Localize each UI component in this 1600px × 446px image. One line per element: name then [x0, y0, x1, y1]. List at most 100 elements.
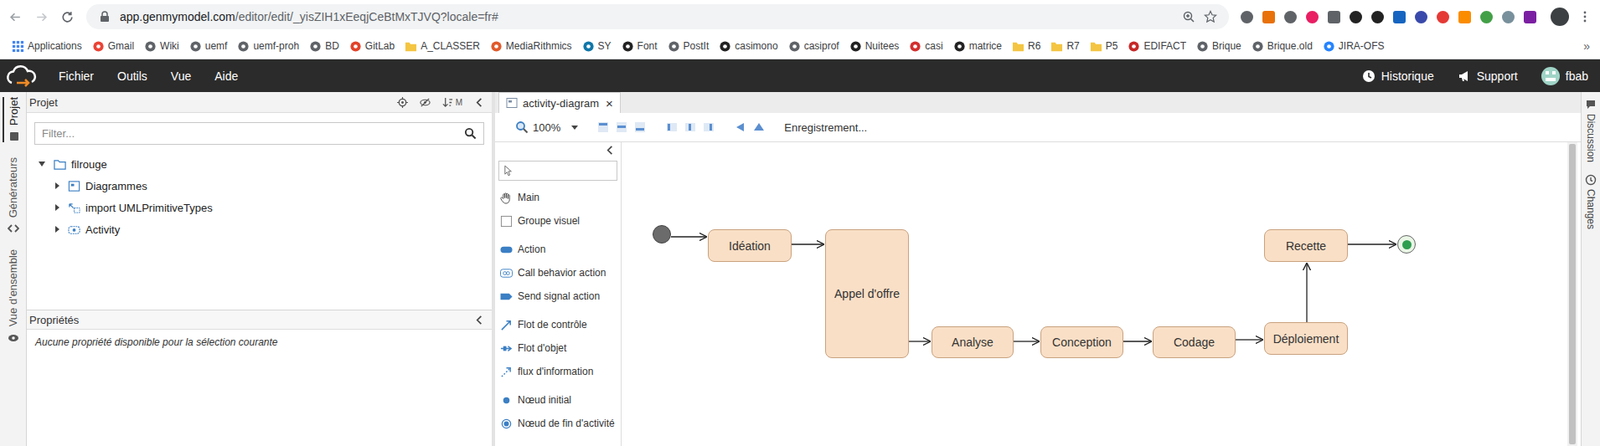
zoom-select[interactable]: 100% [515, 120, 579, 135]
distribute-icon[interactable] [683, 120, 697, 135]
menu-item[interactable]: Outils [107, 69, 161, 83]
expand-toggle[interactable] [55, 226, 60, 233]
bookmark[interactable]: uemf [184, 40, 233, 53]
menu-item[interactable]: Fichier [48, 69, 108, 83]
bookmark[interactable]: casimono [713, 40, 783, 53]
action-node[interactable]: Codage [1152, 326, 1236, 359]
hide-icon[interactable] [419, 97, 431, 109]
bookmark[interactable]: R6 [1006, 40, 1046, 53]
diagram-canvas[interactable]: Idéation Appel d'offre Analyse Conception Co… [621, 142, 1581, 446]
palette-item[interactable]: Flot d'objet [495, 336, 621, 361]
send-back-icon[interactable] [733, 120, 748, 135]
extension-icon[interactable] [1240, 10, 1254, 24]
extension-icon[interactable] [1458, 10, 1471, 24]
action-node[interactable]: Déploiement [1264, 322, 1348, 356]
palette-item[interactable]: Nœud de fin d'activité [495, 412, 621, 436]
tree-item[interactable]: Diagrammes [36, 175, 492, 197]
bookmark[interactable]: BD [304, 40, 345, 53]
bookmark[interactable]: Brique.old [1246, 40, 1318, 53]
menu-item[interactable]: Aide [204, 69, 252, 83]
extension-icon[interactable] [1480, 10, 1493, 24]
distribute-icon[interactable] [701, 120, 716, 135]
final-node[interactable] [1397, 235, 1416, 254]
rail-tab[interactable]: Générateurs [3, 157, 23, 235]
action-node[interactable]: Idéation [707, 229, 792, 263]
rail-tab[interactable]: Changes [1584, 174, 1597, 230]
menu-item[interactable]: Vue [160, 69, 205, 83]
control-flow-edge[interactable] [791, 243, 824, 245]
tree-item[interactable]: Activity [36, 218, 492, 241]
control-flow-edge[interactable] [1123, 340, 1151, 342]
control-flow-edge[interactable] [1013, 340, 1039, 342]
control-flow-edge[interactable] [1235, 339, 1263, 341]
collapse-icon[interactable] [604, 144, 616, 156]
extension-icon[interactable] [1501, 10, 1515, 24]
rail-tab[interactable]: Discussion [1584, 98, 1597, 163]
bookmark[interactable]: Brique [1191, 40, 1247, 53]
bookmark[interactable]: Font [616, 40, 663, 53]
filter-input[interactable]: Filter... [34, 122, 485, 145]
bookmark[interactable]: matrice [948, 40, 1007, 53]
bookmark[interactable]: MediaRithmics [485, 40, 578, 53]
align-icon[interactable] [596, 120, 610, 135]
palette-item[interactable]: Action [495, 237, 621, 262]
extension-icon[interactable] [1523, 10, 1537, 24]
bookmark[interactable]: P5 [1084, 40, 1124, 53]
history-button[interactable]: Historique [1362, 69, 1435, 83]
locate-icon[interactable] [397, 97, 408, 109]
align-icon[interactable] [614, 120, 629, 135]
extension-icon[interactable] [1393, 10, 1406, 24]
extension-icon[interactable] [1349, 10, 1363, 24]
control-flow-edge[interactable] [1347, 243, 1396, 245]
bring-front-icon[interactable] [752, 120, 766, 135]
expand-toggle[interactable] [38, 161, 46, 167]
extension-icon[interactable] [1262, 10, 1275, 24]
palette-search[interactable] [498, 160, 618, 181]
control-flow-edge[interactable] [908, 340, 930, 342]
palette-item[interactable]: flux d'information [495, 360, 621, 384]
support-button[interactable]: Support [1457, 69, 1518, 83]
bookmark[interactable]: uemf-proh [232, 40, 305, 53]
address-bar[interactable]: app.genmymodel.com/editor/edit/_yisZIH1x… [86, 4, 1229, 30]
action-node[interactable]: Recette [1264, 229, 1348, 263]
palette-item[interactable]: Main [495, 185, 621, 210]
vertical-scrollbar[interactable] [1567, 142, 1578, 446]
forward-icon[interactable] [34, 10, 49, 25]
palette-item[interactable]: Nœud initial [495, 388, 621, 413]
extension-icon[interactable] [1436, 10, 1450, 24]
bookmark[interactable]: SY [577, 40, 617, 53]
user-menu[interactable]: fbab [1541, 67, 1589, 86]
reload-icon[interactable] [60, 10, 75, 25]
collapse-icon[interactable] [474, 314, 486, 326]
align-icon[interactable] [633, 120, 647, 135]
action-node[interactable]: Appel d'offre [825, 229, 909, 359]
bookmark[interactable]: casiprof [783, 40, 845, 53]
action-node[interactable]: Analyse [931, 326, 1014, 359]
search-icon[interactable] [464, 127, 477, 140]
bookmark[interactable]: Wiki [139, 40, 185, 53]
tree-item[interactable]: import UMLPrimitiveTypes [36, 196, 492, 219]
bookmark[interactable]: A_CLASSER [399, 40, 486, 53]
bookmark[interactable]: PostIt [662, 40, 715, 53]
bookmark[interactable]: R7 [1045, 40, 1084, 53]
expand-toggle[interactable] [55, 182, 60, 190]
sort-button[interactable]: M [442, 97, 463, 109]
bookmark[interactable]: Applications [6, 40, 88, 53]
rail-tab[interactable]: Projet [2, 97, 24, 143]
control-flow-edge[interactable] [670, 236, 707, 238]
editor-tab[interactable]: activity-diagram× [498, 92, 621, 114]
star-icon[interactable] [1203, 10, 1218, 24]
close-tab-button[interactable]: × [603, 96, 614, 111]
collapse-icon[interactable] [474, 97, 486, 109]
bookmark[interactable]: casi [903, 40, 948, 53]
palette-item[interactable]: Send signal action [495, 284, 621, 309]
palette-item[interactable]: Call behavior action [495, 261, 621, 285]
back-icon[interactable] [8, 10, 23, 25]
action-node[interactable]: Conception [1040, 326, 1124, 359]
zoom-icon[interactable] [1181, 10, 1196, 24]
genmymodel-logo-icon[interactable] [5, 64, 39, 88]
palette-item[interactable]: Groupe visuel [495, 209, 621, 233]
bookmark[interactable]: GitLab [344, 40, 400, 53]
bookmark[interactable]: JIRA-OFS [1317, 40, 1390, 53]
profile-icon[interactable] [1550, 7, 1570, 26]
